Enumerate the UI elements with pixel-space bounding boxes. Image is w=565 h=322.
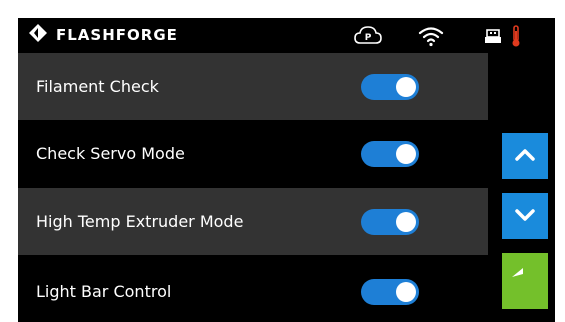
light-bar-control-toggle[interactable]: [361, 278, 419, 305]
cloud-letter: P: [365, 33, 372, 43]
return-arrow-icon: [510, 267, 540, 295]
printer-screen: FLASHFORGE P Filament Check Check Servo …: [18, 18, 555, 322]
setting-row-high-temp-extruder-mode: High Temp Extruder Mode: [18, 188, 488, 255]
chevron-up-icon: [514, 147, 536, 166]
setting-label: Check Servo Mode: [36, 144, 185, 163]
thermometer-icon[interactable]: [510, 23, 522, 49]
back-button[interactable]: [502, 253, 548, 309]
cloud-p-icon[interactable]: P: [353, 23, 383, 49]
setting-label: High Temp Extruder Mode: [36, 212, 244, 231]
setting-row-light-bar-control: Light Bar Control: [18, 258, 488, 322]
status-bar: FLASHFORGE P: [18, 18, 555, 52]
setting-row-check-servo-mode: Check Servo Mode: [18, 120, 488, 187]
scroll-up-button[interactable]: [502, 133, 548, 179]
chevron-down-icon: [514, 207, 536, 226]
usb-icon[interactable]: [484, 23, 502, 49]
scroll-down-button[interactable]: [502, 193, 548, 239]
filament-check-toggle[interactable]: [361, 73, 419, 100]
setting-row-filament-check: Filament Check: [18, 53, 488, 120]
wifi-icon[interactable]: [418, 23, 444, 49]
setting-label: Light Bar Control: [36, 282, 172, 301]
setting-label: Filament Check: [36, 77, 159, 96]
check-servo-mode-toggle[interactable]: [361, 140, 419, 167]
high-temp-extruder-mode-toggle[interactable]: [361, 208, 419, 235]
